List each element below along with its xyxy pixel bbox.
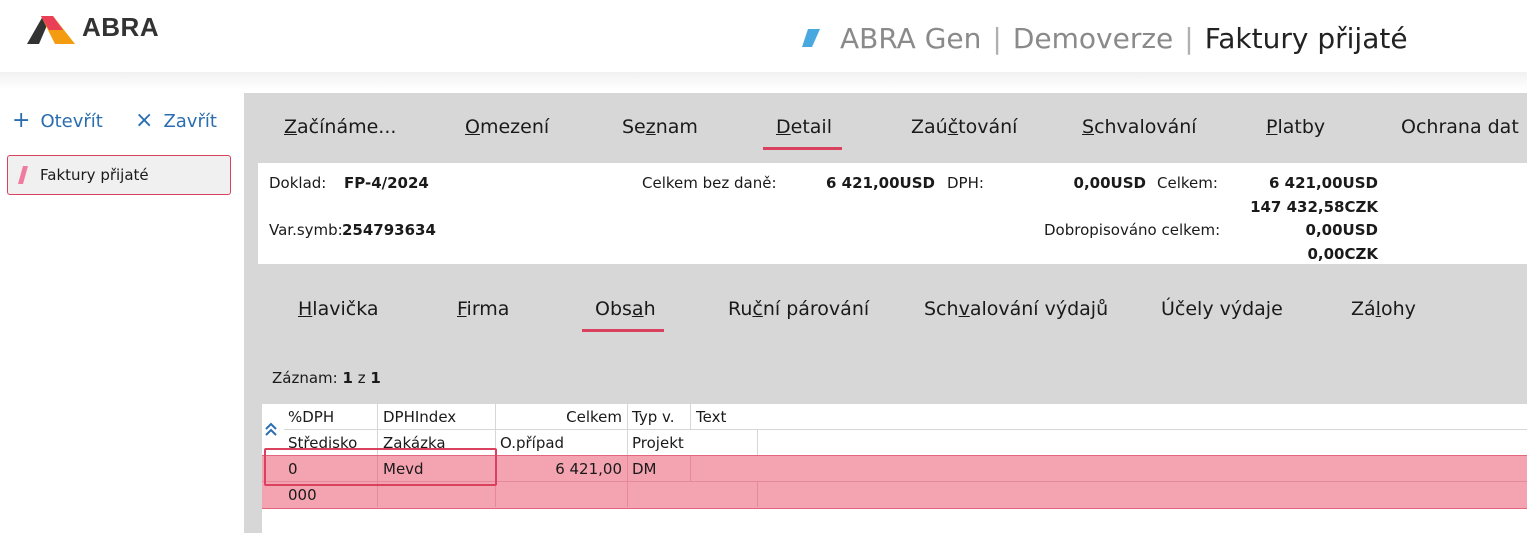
tab-seznam[interactable]: Seznam [622,116,698,138]
varsymb-label: Var.symb: [269,221,343,239]
grid-divider [757,481,758,507]
database-name: Demoverze [1012,21,1174,55]
grid-divider [757,430,758,455]
dobropis-label: Dobropisováno celkem: [1044,221,1221,239]
dobropis-value-usd: 0,00USD [1305,221,1378,239]
record-current: 1 [342,369,353,387]
highlight-annotation [264,448,497,486]
abra-logo-icon [27,16,75,44]
app-name: ABRA Gen [840,21,982,55]
record-counter: Záznam: 1 z 1 [272,369,381,387]
tab-zauctovani[interactable]: Zaúčtování [911,116,1017,138]
grid-divider [690,456,691,481]
varsymb-value: 254793634 [342,221,436,239]
sidebar-item-label: Faktury přijaté [40,166,149,184]
tab-platby[interactable]: Platby [1266,116,1325,138]
column-header-typ[interactable]: Typ v. [632,408,674,426]
plus-icon: + [12,108,31,133]
record-label: Záznam: [272,369,338,387]
cell-typ[interactable]: DM [632,460,657,478]
tab-omezeni[interactable]: Omezení [465,116,549,138]
record-of: z [357,369,366,387]
subtab-obsah[interactable]: Obsah [595,298,656,320]
celkem-value-czk: 147 432,58CZK [1250,198,1378,216]
header-shadow [0,72,1527,90]
subtab-rucni-parovani[interactable]: Ruční párování [728,298,869,320]
tab-zaciname[interactable]: Začínáme... [284,116,396,138]
subtab-zalohy[interactable]: Zálohy [1351,298,1416,320]
column-header-dph[interactable]: %DPH [288,408,334,426]
agenda-name: Faktury přijaté [1204,21,1408,55]
column-header-text[interactable]: Text [696,408,726,426]
close-button[interactable]: × Zavřít [135,110,217,132]
sidebar-item-faktury-prijate[interactable]: Faktury přijaté [7,155,231,195]
grid-divider [284,429,1527,430]
doklad-value: FP-4/2024 [344,174,429,192]
double-chevron-up-icon[interactable] [265,422,277,436]
title-accent-icon [802,29,820,47]
celkem-label: Celkem: [1157,174,1218,192]
column-header-celkem[interactable]: Celkem [500,408,622,426]
close-icon: × [135,108,154,133]
subtab-schvalovani-vydaju[interactable]: Schvalování výdajů [924,298,1108,320]
column-header-opripad[interactable]: O.případ [500,434,564,452]
cell-celkem[interactable]: 6 421,00 [500,460,622,478]
celkem-bez-dane-label: Celkem bez daně: [642,174,777,192]
subtab-firma[interactable]: Firma [457,298,509,320]
open-label: Otevřít [40,110,103,132]
active-tab-indicator [763,147,842,150]
tab-ochrana-dat[interactable]: Ochrana dat [1401,116,1519,138]
subtab-hlavicka[interactable]: Hlavička [298,298,379,320]
dobropis-value-czk: 0,00CZK [1307,245,1378,263]
tab-schvalovani[interactable]: Schvalování [1082,116,1197,138]
title-separator: | [992,21,1002,55]
title-separator: | [1184,21,1194,55]
celkem-value-usd: 6 421,00USD [1269,174,1378,192]
celkem-bez-dane-value: 6 421,00USD [826,174,935,192]
grid-divider [690,404,691,430]
dph-label: DPH: [947,174,984,192]
open-button[interactable]: + Otevřít [12,110,103,132]
cell-stredisko[interactable]: 000 [288,486,317,504]
doc-accent-icon [18,166,28,184]
doklad-label: Doklad: [269,174,327,192]
close-label: Zavřít [163,110,217,132]
subtab-ucely-vydaje[interactable]: Účely výdaje [1161,298,1283,320]
dph-value: 0,00USD [1073,174,1146,192]
column-header-dphindex[interactable]: DPHIndex [383,408,456,426]
record-total: 1 [370,369,381,387]
page-title: ABRA Gen | Demoverze | Faktury přijaté [800,16,1408,60]
brand-name: ABRA [82,12,160,42]
active-subtab-indicator [582,329,664,332]
tab-detail[interactable]: Detail [776,116,832,138]
column-header-projekt[interactable]: Projekt [632,434,684,452]
